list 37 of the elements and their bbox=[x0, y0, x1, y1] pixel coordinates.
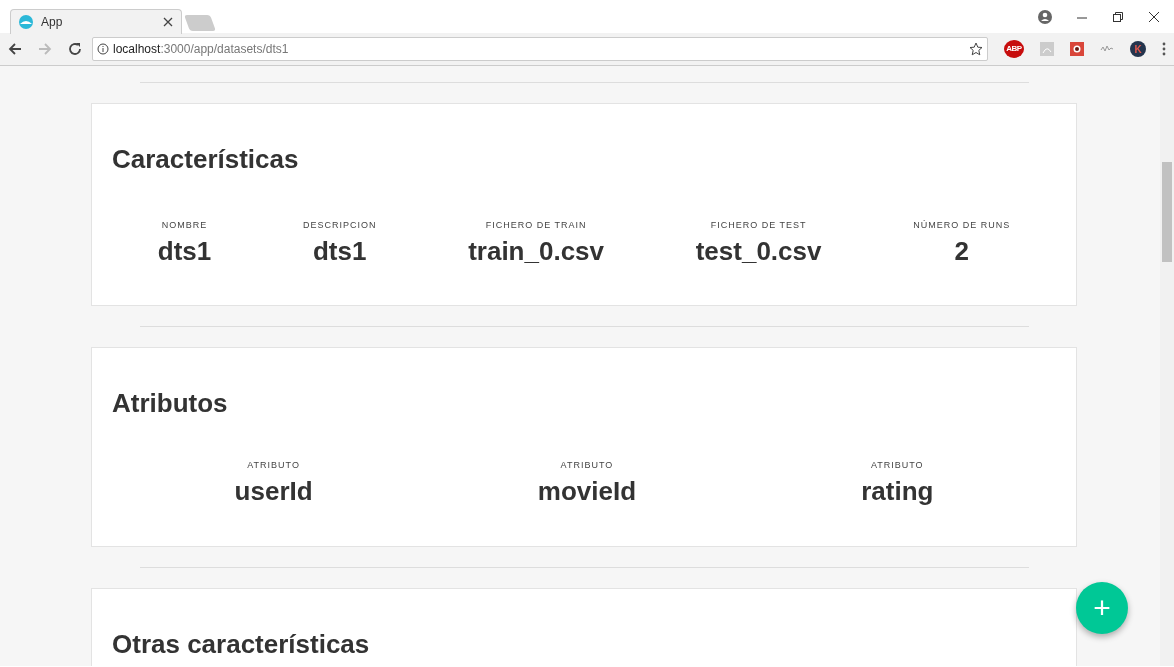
stat-value: userId bbox=[234, 476, 313, 506]
stat-label: ATRIBUTO bbox=[247, 459, 300, 473]
adblock-icon[interactable]: ABP bbox=[1004, 40, 1024, 58]
stat-value: 2 bbox=[954, 236, 969, 266]
close-icon[interactable] bbox=[1148, 11, 1160, 23]
browser-tab[interactable]: App bbox=[10, 9, 182, 34]
stat-value: train_0.csv bbox=[468, 236, 605, 266]
stat-value: movieId bbox=[537, 476, 636, 506]
back-icon[interactable] bbox=[8, 42, 22, 56]
restore-icon[interactable] bbox=[1112, 11, 1124, 23]
stat-label: NÚMERO DE RUNS bbox=[913, 219, 1011, 233]
stat-label: NOMBRE bbox=[161, 219, 208, 233]
info-icon bbox=[97, 43, 109, 55]
url-text: localhost:3000/app/datasets/dts1 bbox=[113, 41, 290, 58]
star-icon[interactable] bbox=[969, 42, 983, 56]
app-icon bbox=[19, 15, 33, 29]
section-title: Otras características bbox=[112, 628, 371, 660]
close-icon[interactable] bbox=[163, 17, 173, 27]
stat-value: dts1 bbox=[313, 236, 367, 266]
menu-icon[interactable] bbox=[1162, 42, 1166, 56]
scrollbar[interactable] bbox=[1160, 66, 1174, 666]
stat-label: ATRIBUTO bbox=[870, 459, 924, 473]
stat-value: dts1 bbox=[157, 236, 212, 266]
extension-icon[interactable] bbox=[1070, 42, 1084, 56]
section-title: Atributos bbox=[112, 388, 229, 420]
section-title: Características bbox=[112, 144, 300, 176]
profile-icon[interactable] bbox=[1038, 10, 1052, 24]
stat-value: rating bbox=[861, 476, 934, 506]
address-bar[interactable]: localhost:3000/app/datasets/dts1 bbox=[92, 37, 988, 61]
stat-label: ATRIBUTO bbox=[560, 459, 614, 473]
avatar-icon[interactable]: K bbox=[1130, 41, 1146, 57]
stat-label: FICHERO DE TEST bbox=[710, 219, 807, 233]
tab-title: App bbox=[41, 14, 64, 31]
reload-icon[interactable] bbox=[68, 42, 82, 56]
stat-label: FICHERO DE TRAIN bbox=[485, 219, 587, 233]
stat-value: test_0.csv bbox=[695, 236, 822, 266]
stat-label: DESCRIPCION bbox=[302, 219, 377, 233]
